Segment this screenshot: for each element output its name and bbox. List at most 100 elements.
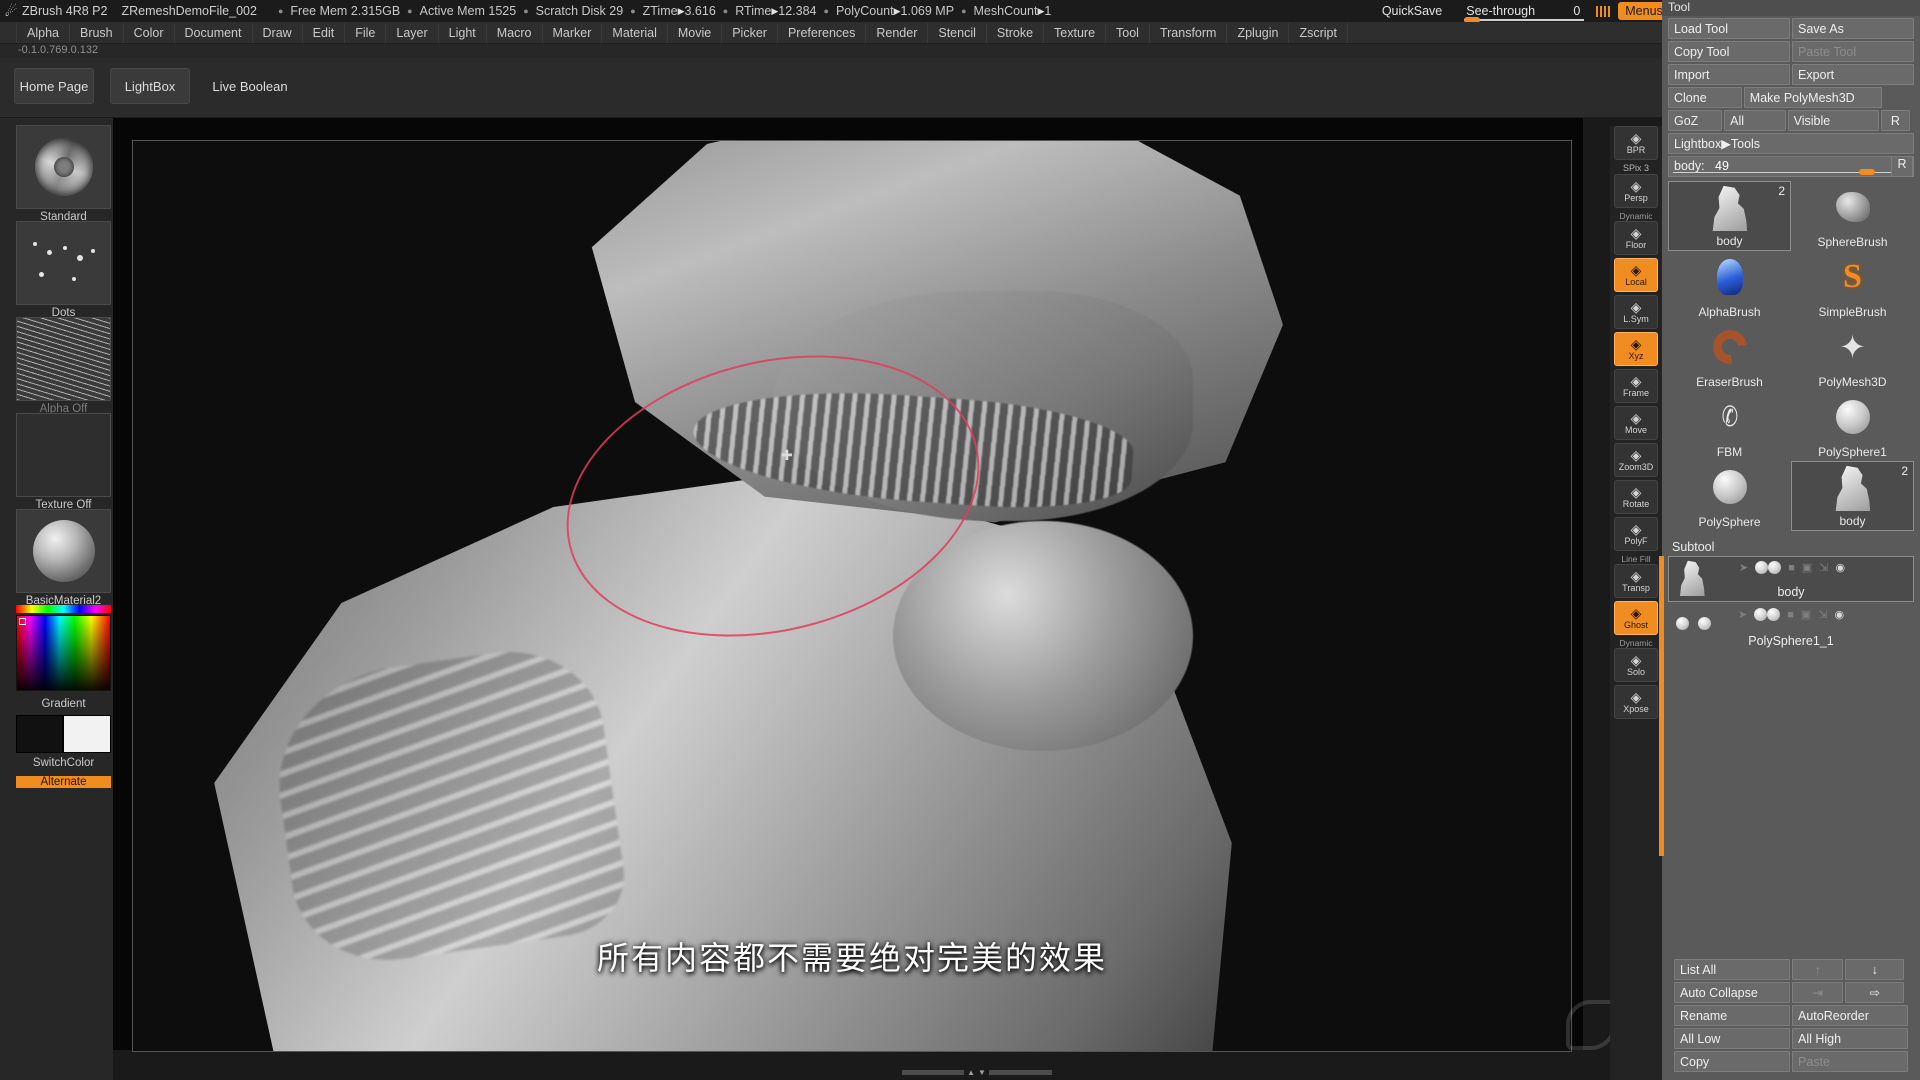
tool-brush-simplebrush[interactable]: S SimpleBrush — [1791, 251, 1914, 321]
xyz-button[interactable]: ◈ Xyz — [1614, 332, 1658, 366]
menu-item-material[interactable]: Material — [602, 22, 668, 43]
tool-brush-polysphere[interactable]: PolySphere — [1668, 461, 1791, 531]
copy-tool-button[interactable]: Copy Tool — [1668, 41, 1790, 62]
floor-button[interactable]: ◈ Floor — [1614, 221, 1658, 255]
menu-item-render[interactable]: Render — [866, 22, 929, 43]
--button[interactable]: ↓ — [1845, 959, 1904, 980]
menu-item-color[interactable]: Color — [124, 22, 175, 43]
menu-item-edit[interactable]: Edit — [303, 22, 346, 43]
menu-item-stroke[interactable]: Stroke — [987, 22, 1045, 43]
all-high-button[interactable]: All High — [1792, 1028, 1908, 1049]
home-page-button[interactable]: Home Page — [14, 68, 94, 104]
subtool-second-dot-icon[interactable] — [1768, 561, 1782, 574]
brush-thumbnail[interactable] — [16, 125, 111, 209]
quicksave-button[interactable]: QuickSave — [1382, 4, 1442, 18]
save-as-button[interactable]: Save As — [1792, 18, 1914, 39]
move-button[interactable]: ◈ Move — [1614, 406, 1658, 440]
scroll-left-bar[interactable] — [901, 1069, 965, 1075]
subtool-second-dot-icon[interactable] — [1767, 608, 1781, 621]
local-button[interactable]: ◈ Local — [1614, 258, 1658, 292]
menu-item-texture[interactable]: Texture — [1044, 22, 1107, 43]
menu-item-macro[interactable]: Macro — [487, 22, 543, 43]
tool-brush-polysphere1[interactable]: PolySphere1 — [1791, 391, 1914, 461]
menu-item-draw[interactable]: Draw — [253, 22, 303, 43]
copy-button[interactable]: Copy — [1674, 1051, 1790, 1072]
rename-button[interactable]: Rename — [1674, 1005, 1790, 1026]
menu-item-movie[interactable]: Movie — [668, 22, 723, 43]
xpose-button[interactable]: ◈ Xpose — [1614, 685, 1658, 719]
lsym-button[interactable]: ◈ L.Sym — [1614, 295, 1658, 329]
transp-button[interactable]: ◈ Transp — [1614, 564, 1658, 598]
subtool-row-polysphere1_1[interactable]: ➤ ■ ▣ ⇲ ◉ PolySphere1_1 — [1668, 604, 1914, 650]
sculpt-canvas[interactable]: ✚ 所有内容都不需要绝对完美的效果 — [132, 140, 1572, 1052]
alpha-selector[interactable]: Alpha Off — [16, 317, 111, 415]
subtool-mask-icon[interactable]: ▣ — [1801, 608, 1811, 621]
stroke-selector[interactable]: Dots — [16, 221, 111, 319]
subtool-eye-icon[interactable]: ◉ — [1836, 561, 1846, 574]
secondary-color-swatch[interactable] — [63, 715, 111, 753]
alternate-button[interactable]: Alternate — [16, 776, 111, 788]
make-polymesh3d-button[interactable]: Make PolyMesh3D — [1743, 87, 1882, 108]
bpr-button[interactable]: ◈ BPR — [1614, 126, 1658, 160]
subtool-row-body[interactable]: ➤ ■ ▣ ⇲ ◉ body — [1668, 556, 1914, 602]
rotate-button[interactable]: ◈ Rotate — [1614, 480, 1658, 514]
hue-strip[interactable] — [16, 605, 111, 613]
menu-item-zplugin[interactable]: Zplugin — [1227, 22, 1290, 43]
menu-item-stencil[interactable]: Stencil — [928, 22, 987, 43]
subtool-arrow-icon[interactable]: ➤ — [1739, 561, 1748, 574]
stroke-thumbnail[interactable] — [16, 221, 111, 305]
r-button[interactable]: R — [1880, 110, 1911, 131]
tool-brush-polymesh3d[interactable]: ✦ PolyMesh3D — [1791, 321, 1914, 391]
tool-brush-spherebrush[interactable]: SphereBrush — [1791, 181, 1914, 251]
menu-item-marker[interactable]: Marker — [543, 22, 603, 43]
goz-button[interactable]: GoZ — [1668, 110, 1723, 131]
subtool-arrow-icon[interactable]: ➤ — [1738, 608, 1747, 621]
subtool-mask-icon[interactable]: ▣ — [1802, 561, 1812, 574]
switch-color-label[interactable]: SwitchColor — [16, 757, 111, 769]
tool-brush-body[interactable]: 2 body — [1668, 181, 1791, 251]
body-resolution-slider[interactable]: body: 49 R — [1668, 156, 1914, 177]
menu-item-file[interactable]: File — [345, 22, 387, 43]
list-all-button[interactable]: List All — [1674, 959, 1790, 980]
clone-button[interactable]: Clone — [1668, 87, 1742, 108]
all-button[interactable]: All — [1724, 110, 1786, 131]
menu-item-zscript[interactable]: Zscript — [1289, 22, 1348, 43]
see-through-slider[interactable]: See-through 0 — [1464, 4, 1585, 23]
live-boolean-button[interactable]: Live Boolean — [200, 68, 300, 104]
subtool-transform-icon[interactable]: ⇲ — [1818, 608, 1827, 621]
ghost-button[interactable]: ◈ Ghost — [1614, 601, 1658, 635]
export-button[interactable]: Export — [1792, 64, 1914, 85]
menu-item-document[interactable]: Document — [175, 22, 253, 43]
subtool-visible-dot-icon[interactable] — [1755, 561, 1769, 574]
import-button[interactable]: Import — [1668, 64, 1790, 85]
menu-item-brush[interactable]: Brush — [70, 22, 124, 43]
frame-button[interactable]: ◈ Frame — [1614, 369, 1658, 403]
subtool-scroll-indicator[interactable] — [1659, 556, 1664, 856]
subtool-icon-row[interactable]: ➤ ■ ▣ ⇲ ◉ — [1738, 608, 1844, 621]
color-picker[interactable] — [16, 615, 111, 691]
subtool-polypaint-icon[interactable]: ■ — [1788, 562, 1795, 574]
menu-item-alpha[interactable]: Alpha — [16, 22, 70, 43]
scroll-up-icon[interactable]: ▲ — [967, 1068, 975, 1077]
texture-thumbnail[interactable] — [16, 413, 111, 497]
canvas-scrollbar[interactable]: ▲ ▼ — [901, 1068, 1052, 1077]
material-selector[interactable]: BasicMaterial2 — [16, 509, 111, 607]
menu-item-tool[interactable]: Tool — [1106, 22, 1150, 43]
menu-bar[interactable]: Alpha Brush Color Document Draw Edit File Layer… — [0, 22, 1920, 44]
persp-button[interactable]: ◈ Persp — [1614, 174, 1658, 208]
auto-collapse-button[interactable]: Auto Collapse — [1674, 982, 1790, 1003]
primary-color-swatch[interactable] — [16, 715, 63, 753]
tool-brush-alphabrush[interactable]: AlphaBrush — [1668, 251, 1791, 321]
menu-item-light[interactable]: Light — [439, 22, 487, 43]
brush-selector[interactable]: Standard — [16, 125, 111, 223]
alpha-thumbnail[interactable] — [16, 317, 111, 401]
material-thumbnail[interactable] — [16, 509, 111, 593]
body-slider-knob[interactable] — [1859, 169, 1876, 175]
right-icon-rail[interactable]: ◈ BPR SPix 3 ◈ Persp Dynamic ◈ Floor ◈ Local ◈ L.Sy… — [1610, 126, 1662, 1080]
tool-brush-eraserbrush[interactable]: EraserBrush — [1668, 321, 1791, 391]
menu-item-preferences[interactable]: Preferences — [778, 22, 867, 43]
menu-item-layer[interactable]: Layer — [386, 22, 439, 43]
body-slider-r-button[interactable]: R — [1891, 156, 1913, 177]
lightbox-button[interactable]: LightBox — [110, 68, 190, 104]
subtool-bottom-actions[interactable]: List All ↑ ↓ Auto Collapse ⇥ ⇨ Rename AutoReord… — [1674, 959, 1908, 1074]
